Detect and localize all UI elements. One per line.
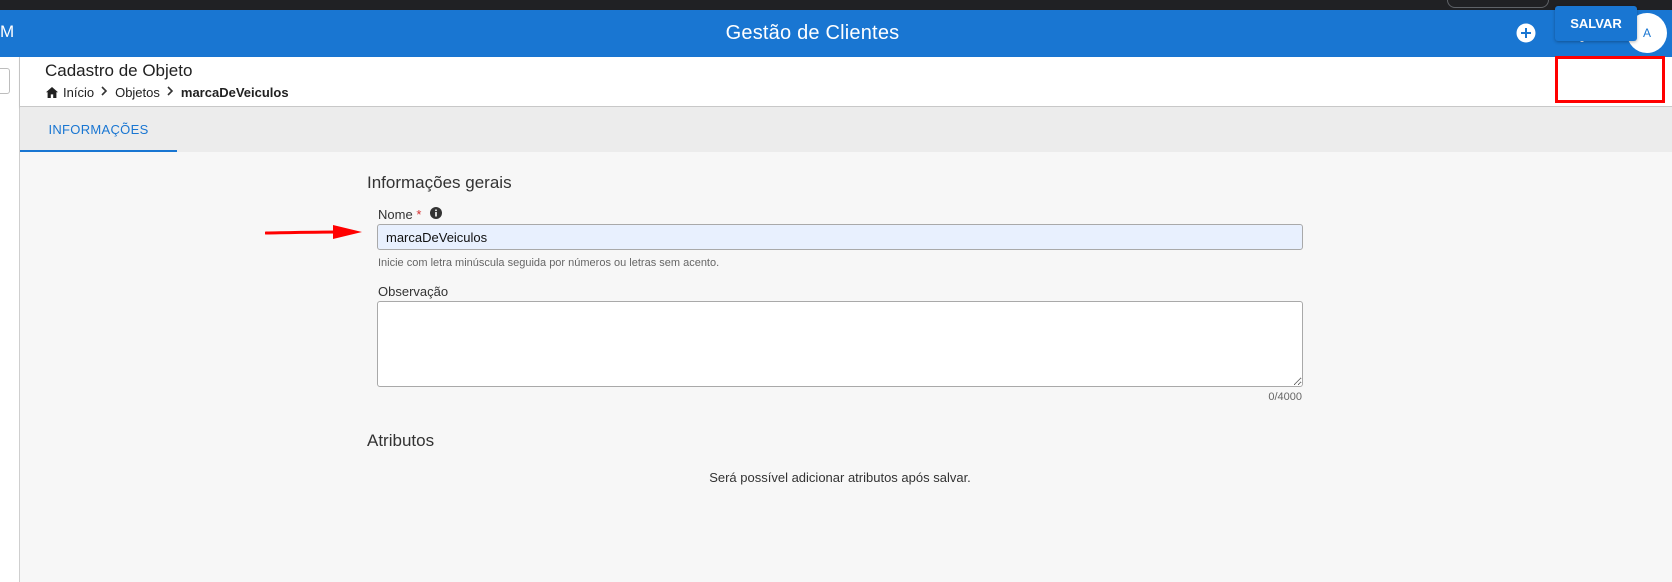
breadcrumb: Início Objetos marcaDeVeiculos bbox=[46, 85, 289, 100]
page-title: Cadastro de Objeto bbox=[45, 61, 193, 80]
sidebar-collapsed bbox=[0, 57, 20, 582]
tab-label: INFORMAÇÕES bbox=[48, 122, 149, 137]
home-icon[interactable] bbox=[46, 87, 58, 98]
name-hint: Inicie com letra minúscula seguida por n… bbox=[378, 257, 720, 269]
section-attributes-title: Atributos bbox=[367, 431, 435, 450]
active-tab-indicator bbox=[20, 150, 177, 152]
breadcrumb-objetos[interactable]: Objetos bbox=[115, 85, 160, 100]
breadcrumb-current: marcaDeVeiculos bbox=[180, 85, 289, 100]
red-arrow-annotation bbox=[265, 225, 362, 239]
attributes-empty-message: Será possível adicionar atributos após s… bbox=[709, 470, 971, 485]
app-title: Gestão de Clientes bbox=[725, 22, 900, 44]
chevron-right-icon bbox=[101, 86, 108, 99]
observation-label: Observação bbox=[378, 284, 449, 299]
name-label-text: Nome bbox=[378, 207, 413, 222]
name-input[interactable] bbox=[377, 224, 1303, 250]
observation-textarea[interactable] bbox=[377, 301, 1303, 387]
sidebar-search-stub[interactable] bbox=[0, 68, 10, 94]
name-label: Nome * bbox=[378, 207, 421, 222]
tab-informacoes[interactable]: INFORMAÇÕES bbox=[20, 107, 177, 152]
chevron-right-icon bbox=[167, 86, 174, 99]
character-counter: 0/4000 bbox=[1268, 391, 1302, 403]
tab-bar: INFORMAÇÕES bbox=[20, 107, 1672, 152]
save-button[interactable]: SALVAR bbox=[1555, 6, 1637, 41]
required-mark: * bbox=[416, 207, 422, 222]
page-header: Cadastro de Objeto Início Objetos marcaD… bbox=[20, 56, 1672, 107]
info-icon[interactable] bbox=[430, 206, 442, 219]
save-highlight-box bbox=[1555, 56, 1665, 103]
browser-pill bbox=[1447, 0, 1549, 8]
add-circle-icon[interactable] bbox=[1514, 21, 1538, 45]
section-general-title: Informações gerais bbox=[367, 173, 512, 192]
breadcrumb-home[interactable]: Início bbox=[63, 85, 94, 100]
app-top-bar: M Gestão de Clientes A bbox=[0, 10, 1672, 57]
browser-chrome-strip bbox=[0, 0, 1672, 10]
